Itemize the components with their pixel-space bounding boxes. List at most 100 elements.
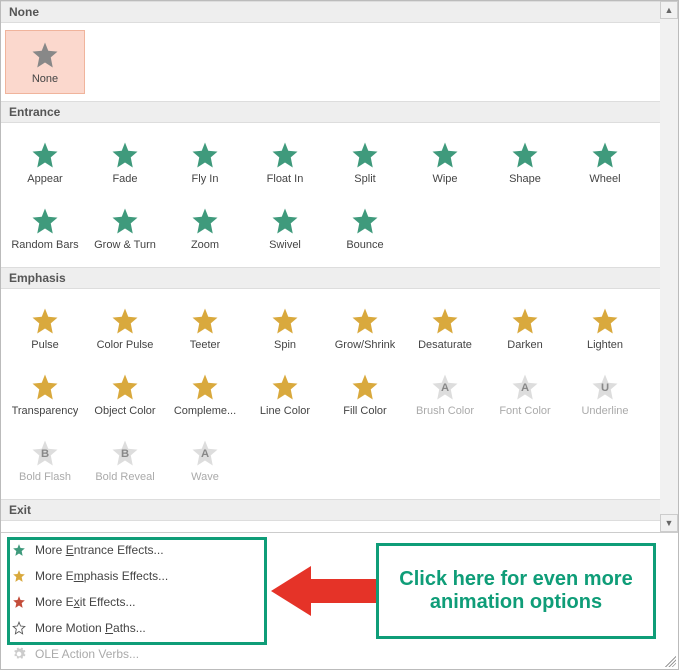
animation-bounce[interactable]: Bounce xyxy=(325,196,405,260)
animation-split[interactable]: Split xyxy=(325,130,405,194)
animation-label: Wheel xyxy=(589,173,620,185)
animation-grow-shrink[interactable]: Grow/Shrink xyxy=(325,296,405,360)
animation-label: Random Bars xyxy=(11,239,78,251)
resize-grip[interactable] xyxy=(662,653,676,667)
star-icon xyxy=(509,305,541,337)
animation-darken[interactable]: Darken xyxy=(485,296,565,360)
animation-label: Fill Color xyxy=(343,405,386,417)
animation-shape[interactable]: Shape xyxy=(485,130,565,194)
svg-text:A: A xyxy=(521,382,529,394)
animation-fade[interactable]: Fade xyxy=(85,130,165,194)
star-icon xyxy=(189,139,221,171)
animation-label: Transparency xyxy=(12,405,79,417)
animation-transparency[interactable]: Transparency xyxy=(5,362,85,426)
animation-line-color[interactable]: Line Color xyxy=(245,362,325,426)
animation-desaturate[interactable]: Desaturate xyxy=(405,296,485,360)
animation-label: Underline xyxy=(581,405,628,417)
star-icon xyxy=(589,139,621,171)
none-section-header: None xyxy=(1,1,660,23)
more-entrance-label: More Entrance Effects... xyxy=(35,543,164,557)
star-icon xyxy=(269,205,301,237)
animation-label: Teeter xyxy=(190,339,221,351)
vertical-scrollbar[interactable]: ▲ ▼ xyxy=(660,1,678,532)
svg-text:U: U xyxy=(601,382,609,394)
animation-float-in[interactable]: Float In xyxy=(245,130,325,194)
star-icon xyxy=(349,205,381,237)
animation-teeter[interactable]: Teeter xyxy=(165,296,245,360)
star-icon xyxy=(589,305,621,337)
star-icon xyxy=(29,371,61,403)
star-icon xyxy=(29,139,61,171)
svg-text:B: B xyxy=(121,448,129,460)
animation-underline[interactable]: U Underline xyxy=(565,362,645,426)
animation-object-color[interactable]: Object Color xyxy=(85,362,165,426)
more-exit-label: More Exit Effects... xyxy=(35,595,136,609)
animation-zoom[interactable]: Zoom xyxy=(165,196,245,260)
star-icon xyxy=(509,139,541,171)
animation-label: None xyxy=(32,73,58,85)
animation-label: Fade xyxy=(112,173,137,185)
star-icon xyxy=(189,305,221,337)
star-icon xyxy=(349,139,381,171)
star-icon xyxy=(189,205,221,237)
animation-label: Pulse xyxy=(31,339,59,351)
animation-label: Bold Reveal xyxy=(95,471,154,483)
star-icon: A xyxy=(509,371,541,403)
star-icon xyxy=(109,371,141,403)
animation-label: Appear xyxy=(27,173,62,185)
entrance-section-header: Entrance xyxy=(1,101,660,123)
star-icon xyxy=(429,139,461,171)
animation-grow-turn[interactable]: Grow & Turn xyxy=(85,196,165,260)
star-icon xyxy=(29,305,61,337)
svg-text:A: A xyxy=(201,448,209,460)
animation-wipe[interactable]: Wipe xyxy=(405,130,485,194)
more-effects-list: More Entrance Effects... More Emphasis E… xyxy=(1,532,678,669)
emphasis-section: Pulse Color Pulse Teeter Spin Grow/Shrin… xyxy=(1,289,660,499)
animation-color-pulse[interactable]: Color Pulse xyxy=(85,296,165,360)
star-icon xyxy=(109,205,141,237)
star-icon: B xyxy=(29,437,61,469)
animation-spin[interactable]: Spin xyxy=(245,296,325,360)
animation-label: Spin xyxy=(274,339,296,351)
animation-label: Wipe xyxy=(432,173,457,185)
animation-pulse[interactable]: Pulse xyxy=(5,296,85,360)
animation-bold-reveal[interactable]: B Bold Reveal xyxy=(85,428,165,492)
scroll-area: None None Entrance Appear Fade Fly In Flo… xyxy=(1,1,678,532)
star-icon xyxy=(29,205,61,237)
annotation-arrow xyxy=(271,561,391,621)
star-icon xyxy=(269,371,301,403)
exit-section-header: Exit xyxy=(1,499,660,521)
ole-label: OLE Action Verbs... xyxy=(35,647,139,661)
animation-label: Float In xyxy=(267,173,304,185)
animation-lighten[interactable]: Lighten xyxy=(565,296,645,360)
animation-random-bars[interactable]: Random Bars xyxy=(5,196,85,260)
star-icon xyxy=(269,305,301,337)
animation-label: Desaturate xyxy=(418,339,472,351)
animation-label: Brush Color xyxy=(416,405,474,417)
more-emphasis-label: More Emphasis Effects... xyxy=(35,569,168,583)
scroll-down-button[interactable]: ▼ xyxy=(660,514,678,532)
animation-swivel[interactable]: Swivel xyxy=(245,196,325,260)
animation-fill-color[interactable]: Fill Color xyxy=(325,362,405,426)
animation-label: Fly In xyxy=(192,173,219,185)
animation-label: Line Color xyxy=(260,405,310,417)
animation-wave[interactable]: A Wave xyxy=(165,428,245,492)
scroll-track[interactable] xyxy=(660,19,678,514)
svg-text:A: A xyxy=(441,382,449,394)
animation-wheel[interactable]: Wheel xyxy=(565,130,645,194)
star-icon xyxy=(189,371,221,403)
animation-brush-color[interactable]: A Brush Color xyxy=(405,362,485,426)
entrance-section: Appear Fade Fly In Float In Split Wipe S… xyxy=(1,123,660,267)
scroll-up-button[interactable]: ▲ xyxy=(660,1,678,19)
animation-bold-flash[interactable]: B Bold Flash xyxy=(5,428,85,492)
animation-none[interactable]: None xyxy=(5,30,85,94)
star-icon xyxy=(269,139,301,171)
animation-compleme-[interactable]: Compleme... xyxy=(165,362,245,426)
animation-gallery-panel: None None Entrance Appear Fade Fly In Flo… xyxy=(0,0,679,670)
star-icon: A xyxy=(429,371,461,403)
star-icon xyxy=(109,139,141,171)
animation-fly-in[interactable]: Fly In xyxy=(165,130,245,194)
none-section: None xyxy=(1,23,660,101)
animation-appear[interactable]: Appear xyxy=(5,130,85,194)
animation-font-color[interactable]: A Font Color xyxy=(485,362,565,426)
